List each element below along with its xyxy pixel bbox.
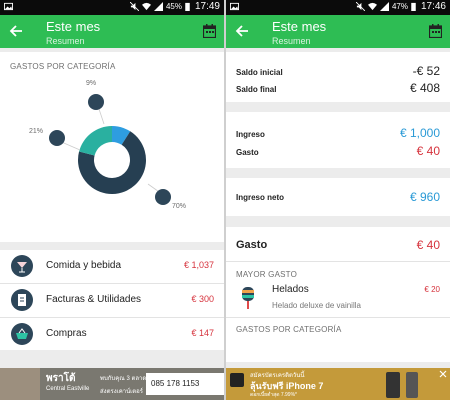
ad-banner[interactable]: สมัครบัตรเครดิตวันนี้ ลุ้นรับฟรี iPhone … xyxy=(226,368,450,400)
net-income-card: Ingreso neto € 960 xyxy=(226,178,450,216)
list-item[interactable]: Facturas & Utilidades € 300 xyxy=(0,284,224,316)
right-screen: 47% 17:46 Este mes Resumen Saldo inicial… xyxy=(226,0,450,400)
ad-text: พบกับคุณ 3 ตลาด xyxy=(100,376,147,382)
page-subtitle: Resumen xyxy=(46,36,85,46)
saldo-final-value: € 408 xyxy=(409,81,440,95)
battery-icon xyxy=(185,2,190,11)
app-bar: Este mes Resumen xyxy=(226,15,450,48)
ingreso-value: € 1,000 xyxy=(399,126,440,140)
back-arrow-icon[interactable] xyxy=(8,23,24,39)
expense-name: Helados xyxy=(272,284,309,295)
mayor-gasto-label: MAYOR GASTO xyxy=(236,270,298,279)
basket-callout-icon xyxy=(88,94,104,110)
category-amount: € 300 xyxy=(191,294,214,304)
list-item[interactable]: Compras € 147 xyxy=(0,318,224,350)
invoice-callout-icon xyxy=(49,130,65,146)
category-amount: € 1,037 xyxy=(183,260,214,270)
expense-amount: € 20 xyxy=(424,285,440,294)
app-bar: Este mes Resumen xyxy=(0,15,224,48)
mute-icon xyxy=(355,2,365,11)
invoice-icon xyxy=(11,289,33,311)
page-title: Este mes xyxy=(272,19,327,34)
ad-image xyxy=(0,368,40,400)
wifi-icon xyxy=(367,2,377,11)
list-item[interactable]: Comida y bebida € 1,037 xyxy=(0,250,224,282)
ingreso-neto-value: € 960 xyxy=(409,190,440,204)
donut-slice xyxy=(79,126,112,156)
category-list: Comida y bebida € 1,037 Facturas & Utili… xyxy=(0,250,224,350)
battery-percent: 47% xyxy=(391,2,408,11)
cocktail-callout-icon xyxy=(155,189,171,205)
status-bar: 47% 17:46 xyxy=(226,0,450,15)
signal-icon xyxy=(379,2,389,11)
income-expense-card: Ingreso € 1,000 Gasto € 40 xyxy=(226,112,450,168)
ad-text-2: ส่งตรงเคาน์เตอร์ xyxy=(100,389,143,395)
slice-label-facturas: 21% xyxy=(29,128,44,135)
left-screen: 45% 17:49 Este mes Resumen GASTOS POR CA… xyxy=(0,0,224,400)
page-subtitle: Resumen xyxy=(272,36,311,46)
back-arrow-icon[interactable] xyxy=(234,23,250,39)
shopping-basket-icon xyxy=(11,323,33,345)
balance-card: Saldo inicial -€ 52 Saldo final € 408 xyxy=(226,52,450,102)
image-notification-icon xyxy=(230,2,239,11)
battery-icon xyxy=(411,2,416,11)
slice-label-compras: 9% xyxy=(86,80,97,87)
ad-brand: พราโต้ xyxy=(46,373,76,384)
calendar-icon[interactable] xyxy=(429,24,442,38)
status-bar: 45% 17:49 xyxy=(0,0,224,15)
calendar-icon[interactable] xyxy=(203,24,216,38)
clock: 17:46 xyxy=(420,1,446,12)
battery-percent: 45% xyxy=(165,2,182,11)
divider xyxy=(226,261,450,262)
ad-banner[interactable]: พราโต้ Central Eastville พบกับคุณ 3 ตลาด… xyxy=(0,368,224,400)
category-name: Compras xyxy=(46,328,87,339)
slice-label-comida: 70% xyxy=(172,203,187,210)
list-item[interactable]: Helados Helado deluxe de vainilla € 20 xyxy=(226,281,450,317)
saldo-inicial-value: -€ 52 xyxy=(412,64,440,78)
ingreso-neto-label: Ingreso neto xyxy=(236,193,285,202)
close-icon[interactable] xyxy=(439,370,447,378)
donut-chart xyxy=(49,94,171,205)
gasto-value: € 40 xyxy=(416,144,440,158)
saldo-inicial-label: Saldo inicial xyxy=(236,68,283,77)
section-label: GASTOS POR CATEGORÍA xyxy=(236,325,342,334)
mute-icon xyxy=(129,2,139,11)
category-name: Comida y bebida xyxy=(46,260,122,271)
divider xyxy=(226,317,450,318)
category-name: Facturas & Utilidades xyxy=(46,294,142,305)
wifi-icon xyxy=(141,2,151,11)
gasto-label: Gasto xyxy=(236,148,259,157)
ingreso-label: Ingreso xyxy=(236,130,265,139)
category-chart-card: GASTOS POR CATEGORÍA 9% 21% 70% xyxy=(0,52,224,242)
ice-cream-icon xyxy=(242,287,254,309)
ad-location: Central Eastville xyxy=(46,386,90,392)
ad-logo xyxy=(230,373,244,387)
phone-image xyxy=(406,372,418,398)
signal-icon xyxy=(153,2,163,11)
expense-description: Helado deluxe de vainilla xyxy=(272,301,361,310)
category-amount: € 147 xyxy=(191,328,214,338)
expense-card: Gasto € 40 MAYOR GASTO Helados Helado de… xyxy=(226,227,450,362)
phone-image xyxy=(386,372,400,398)
ad-phone: 085 178 1153 xyxy=(146,373,224,395)
gasto-title: Gasto xyxy=(236,239,268,251)
cocktail-icon xyxy=(11,255,33,277)
gasto-total: € 40 xyxy=(416,238,440,252)
image-notification-icon xyxy=(4,2,13,11)
ad-text-2: ดอกเบี้ยต่ำสุด 7.99%* xyxy=(250,392,297,398)
saldo-final-label: Saldo final xyxy=(236,85,277,94)
page-title: Este mes xyxy=(46,19,101,34)
clock: 17:49 xyxy=(194,1,220,12)
